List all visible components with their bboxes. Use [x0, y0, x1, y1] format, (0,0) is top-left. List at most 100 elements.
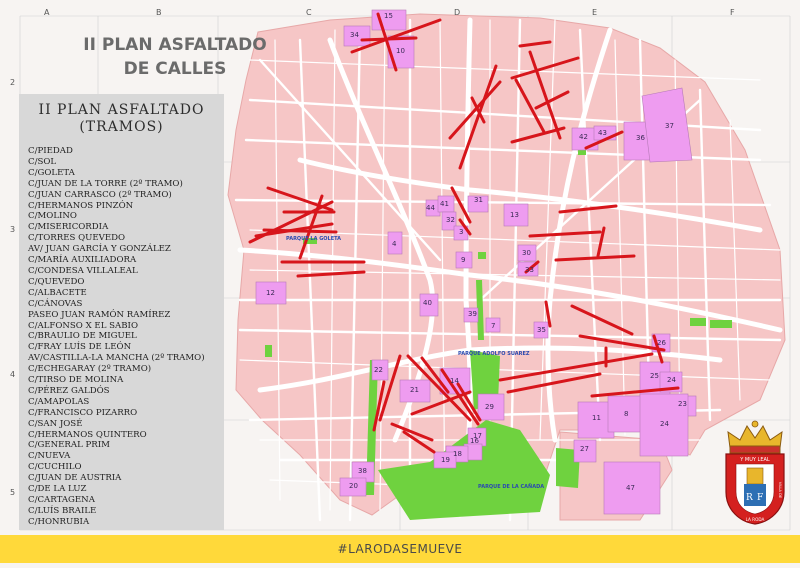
street-list-item: C/CARTAGENA [28, 495, 95, 505]
block-number: 12 [266, 289, 275, 297]
street-list-item: C/CÁNOVAS [28, 298, 83, 309]
street-list-item: C/HONRUBIA [28, 516, 90, 527]
block-number: 38 [358, 467, 367, 475]
street-list-item: C/AMAPOLAS [28, 396, 90, 407]
grid-letter-f: F [730, 8, 735, 17]
street-list-item: C/JUAN DE AUSTRIA [28, 473, 122, 484]
block-number: 30 [522, 249, 531, 257]
street-list-item: C/ECHEGARAY (2º TRAMO) [28, 364, 152, 375]
street-list-item: C/HERMANOS PINZÓN [28, 200, 134, 211]
park-small-east-1 [690, 318, 706, 326]
block-number: 24 [660, 420, 669, 428]
grid-letter-c: C [306, 8, 312, 17]
street-list-item: C/SOL [28, 156, 57, 167]
street-list: C/PIEDAD C/SOL C/GOLETA C/JUAN DE LA TORRE … [28, 146, 224, 528]
coat-motto: Y MUY LEAL [739, 457, 770, 463]
block-number: 44 [426, 204, 435, 212]
street-list-item: C/MARÍA AUXILIADORA [28, 255, 137, 266]
block-number: 21 [410, 386, 419, 394]
block-number: 22 [374, 366, 383, 374]
street-list-panel: II PLAN ASFALTADO (TRAMOS) C/PIEDAD C/SOL… [19, 94, 224, 530]
street-list-item: C/FRANCISCO PIZARRO [28, 407, 138, 418]
coat-side-right: VILLA DE [778, 482, 782, 499]
park-small-center [478, 252, 486, 259]
park-label-adolfo-suarez: PARQUE ADOLFO SUAREZ [458, 351, 530, 357]
block-number: 16 [470, 437, 479, 445]
coat-initial-left: R [746, 493, 753, 503]
street-list-item: C/CONDESA VILLALEAL [28, 265, 138, 276]
block-number: 42 [579, 133, 588, 141]
block-number: 24 [667, 376, 676, 384]
street-list-item: C/TIRSO DE MOLINA [28, 375, 124, 386]
street-list-item: C/PÉREZ GALDÓS [28, 385, 110, 396]
block-number: 10 [396, 47, 405, 55]
grid-letter-b: B [156, 8, 162, 17]
map-page: A B C D E F 2 3 4 5 II PLAN ASFALTADO DE… [0, 0, 800, 568]
map-title: II PLAN ASFALTADO DE CALLES [70, 33, 280, 81]
block-number: 7 [491, 322, 496, 330]
map-title-line1: II PLAN ASFALTADO [83, 35, 267, 55]
panel-title: II PLAN ASFALTADO (TRAMOS) [19, 102, 224, 136]
block-number: 39 [468, 310, 477, 318]
street-list-item: C/ALBACETE [28, 287, 87, 298]
grid-letter-e: E [592, 8, 598, 17]
coat-bottom: LA RODA [746, 517, 765, 522]
block-number: 25 [650, 372, 659, 380]
block-number: 15 [384, 12, 393, 20]
street-list-item: PASEO JUAN RAMÓN RAMÍREZ [28, 309, 171, 320]
block-number: 26 [657, 339, 666, 347]
block-number: 3 [459, 228, 464, 236]
street-list-item: C/LUÍS BRAILE [28, 505, 97, 516]
footer-hashtag[interactable]: #LARODASEMUEVE [338, 542, 463, 556]
street-list-item: C/SAN JOSÉ [28, 418, 83, 429]
block-number: 37 [665, 122, 674, 130]
block-number: 33 [525, 266, 534, 274]
grid-number-3: 3 [10, 225, 16, 234]
street-list-item: AV/CASTILLA-LA MANCHA (2º TRAMO) [28, 353, 205, 364]
block-number: 47 [626, 484, 635, 492]
street-list-item: C/NUEVA [28, 451, 71, 462]
block-number: 18 [453, 450, 462, 458]
castle-icon [746, 467, 764, 485]
grid-number-2: 2 [10, 78, 16, 87]
block-number: 27 [580, 445, 589, 453]
block-number: 8 [624, 410, 629, 418]
grid-letter-a: A [44, 8, 50, 17]
footer-banner: #LARODASEMUEVE [0, 535, 800, 563]
coat-side-left: MUY NOBLE [738, 479, 742, 501]
street-list-item: C/DE LA LUZ [28, 484, 87, 495]
crown-icon [727, 420, 783, 454]
block-number: 4 [392, 240, 397, 248]
street-list-item: C/TORRES QUEVEDO [28, 233, 126, 244]
block-number: 19 [441, 456, 450, 464]
street-list-item: C/JUAN DE LA TORRE (2º TRAMO) [28, 178, 183, 189]
street-list-item: C/HERMANOS QUINTERO [28, 429, 147, 440]
grid-number-5: 5 [10, 488, 16, 497]
grid-letter-d: D [454, 8, 461, 17]
block-number: 32 [446, 216, 455, 224]
map-title-line2: DE CALLES [123, 59, 227, 79]
park-label-goleta: PARQUE LA GOLETA [286, 236, 342, 242]
panel-title-line1: II PLAN ASFALTADO [38, 102, 205, 118]
street-list-item: C/CUCHILO [28, 462, 82, 473]
block-number: 20 [349, 482, 358, 490]
block-number: 34 [350, 31, 359, 39]
street-list-item: C/GENERAL PRIM [28, 440, 110, 451]
block-number: 31 [474, 196, 483, 204]
block-number: 41 [440, 200, 449, 208]
panel-title-line2: (TRAMOS) [79, 119, 164, 135]
street-list-item: C/BRAULIO DE MIGUEL [28, 331, 137, 342]
street-list-item: C/ALFONSO X EL SABIO [28, 320, 138, 331]
park-small-sw [265, 345, 272, 357]
street-list-item: C/GOLETA [28, 167, 75, 178]
coat-initial-right: F [757, 493, 763, 503]
coat-of-arms-logo: Y MUY LEAL R F MUY NOBLE VILLA DE LA ROD… [725, 420, 785, 525]
street-list-item: C/FRAY LUÍS DE LEÓN [28, 342, 132, 353]
block-number: 40 [423, 299, 432, 307]
block-number: 9 [461, 256, 466, 264]
block-number: 11 [592, 414, 601, 422]
street-list-item: C/QUEVEDO [28, 276, 85, 287]
street-list-item: C/JUAN CARRASCO (2º TRAMO) [28, 189, 172, 200]
block-number: 14 [450, 377, 459, 385]
street-list-item: C/MOLINO [28, 211, 77, 222]
